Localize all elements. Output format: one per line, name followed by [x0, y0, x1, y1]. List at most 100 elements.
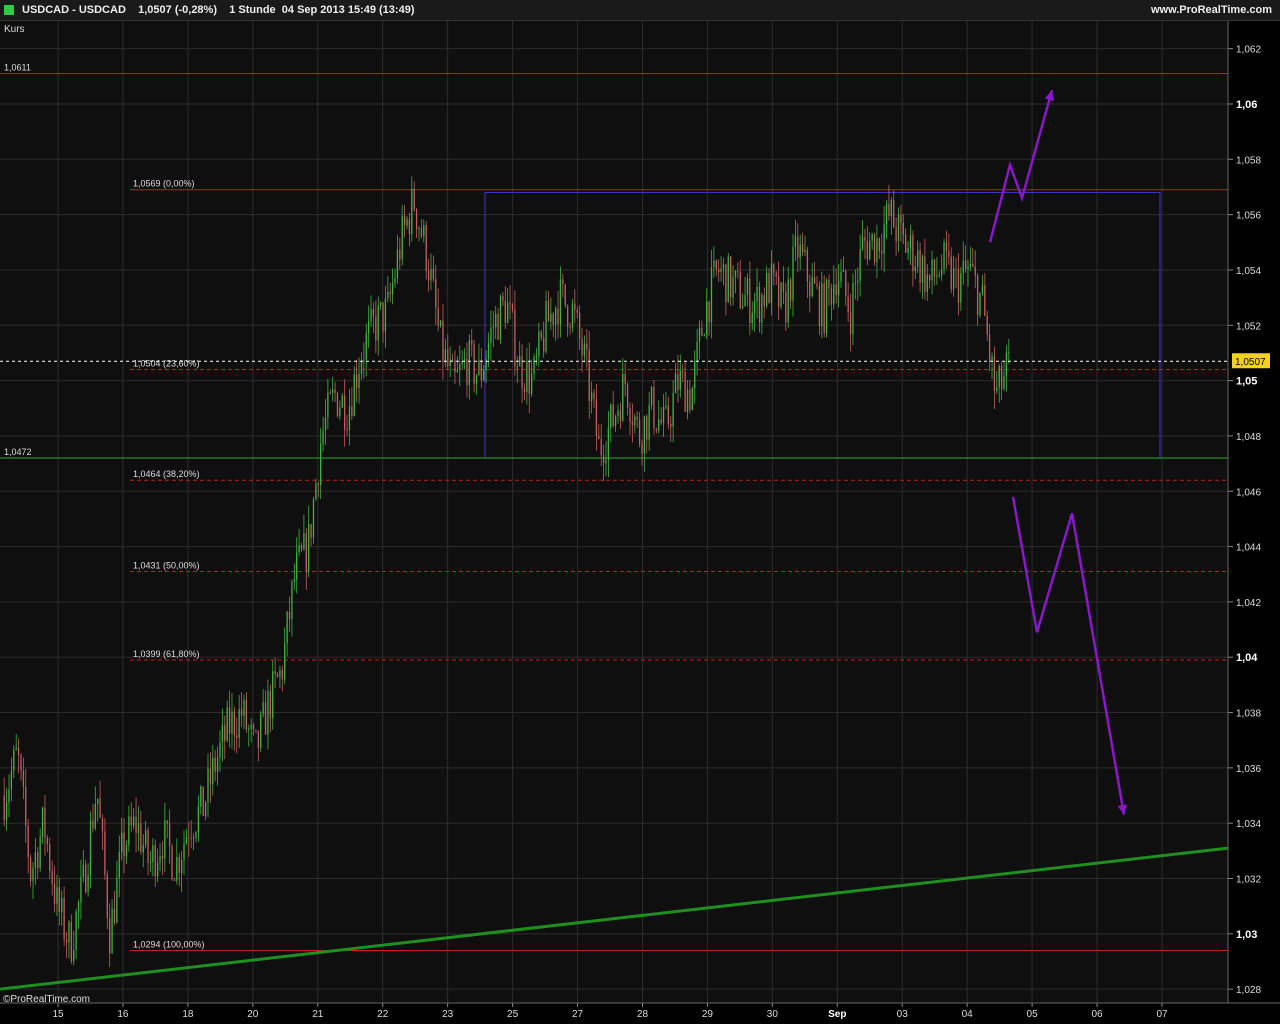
- candle-body: [432, 268, 435, 280]
- candle-body: [991, 356, 993, 362]
- candle-body: [751, 313, 753, 324]
- candle-body: [773, 264, 775, 274]
- candle-body: [739, 272, 741, 308]
- candle-body: [202, 786, 204, 817]
- brand-link[interactable]: www.ProRealTime.com: [1151, 4, 1272, 16]
- candle-body: [730, 256, 732, 298]
- candle-body: [581, 338, 583, 356]
- candle-body: [39, 836, 41, 869]
- candle-body: [941, 269, 943, 276]
- candle-body: [929, 274, 931, 281]
- candle-body: [70, 922, 72, 962]
- candle-body: [56, 887, 58, 904]
- candle-body: [818, 285, 821, 327]
- candle-body: [502, 296, 504, 301]
- candle-body: [15, 747, 17, 750]
- candle-body: [698, 327, 701, 342]
- candle-body: [367, 321, 370, 334]
- candle-body: [626, 384, 629, 408]
- candle-body: [8, 788, 10, 803]
- candle-body: [166, 820, 168, 824]
- candle-body: [296, 552, 298, 580]
- candle-body: [341, 395, 343, 408]
- level-label: 1,0611: [4, 63, 31, 73]
- candle-body: [41, 807, 44, 837]
- candle-body: [466, 359, 468, 386]
- candle-body: [226, 707, 228, 741]
- candle-body: [80, 876, 82, 903]
- candle-body: [828, 279, 830, 288]
- candle-body: [75, 911, 77, 951]
- candle-body: [478, 359, 480, 375]
- candle-body: [13, 749, 15, 771]
- x-tick-label: 07: [1156, 1009, 1168, 1020]
- candle-body: [332, 389, 334, 394]
- candle-body: [51, 871, 53, 884]
- candle-body: [557, 308, 559, 325]
- candle-body: [854, 282, 857, 284]
- candle-body: [384, 298, 387, 332]
- candle-body: [279, 670, 281, 677]
- level-label: 1,0464 (38,20%): [133, 469, 200, 479]
- candle-body: [396, 249, 399, 279]
- candle-body: [753, 301, 756, 314]
- candle-body: [355, 374, 358, 388]
- y-tick-label: 1,038: [1236, 709, 1261, 720]
- candle-body: [22, 770, 25, 787]
- candle-body: [497, 313, 499, 340]
- candle-body: [732, 277, 734, 298]
- candle-body: [715, 260, 717, 270]
- candle-body: [835, 284, 837, 296]
- candle-body: [171, 846, 173, 880]
- candle-body: [801, 244, 804, 253]
- candle-body: [451, 359, 454, 361]
- y-tick-label: 1,046: [1236, 487, 1261, 498]
- candle-body: [538, 331, 540, 357]
- y-tick-label: 1,05: [1236, 376, 1257, 388]
- candle-body: [216, 757, 219, 772]
- candle-body: [68, 922, 70, 943]
- candle-body: [974, 266, 976, 276]
- candle-body: [89, 820, 92, 876]
- candle-body: [236, 735, 238, 738]
- candle-body: [516, 366, 518, 368]
- candle-body: [344, 395, 346, 430]
- candle-body: [988, 334, 991, 362]
- y-tick-label: 1,052: [1236, 321, 1261, 332]
- candle-body: [962, 260, 964, 274]
- candle-body: [65, 939, 68, 943]
- candle-body: [806, 249, 809, 282]
- candle-body: [883, 224, 885, 254]
- candle-body: [842, 270, 845, 273]
- candle-body: [646, 416, 648, 440]
- candle-body: [643, 416, 646, 454]
- candle-body: [905, 234, 907, 253]
- candle-body: [540, 331, 542, 338]
- candle-body: [238, 708, 240, 738]
- candle-body: [588, 349, 590, 402]
- candle-body: [17, 747, 20, 756]
- candle-body: [430, 268, 432, 281]
- candle-body: [219, 742, 221, 758]
- candle-body: [274, 671, 276, 674]
- candle-body: [550, 313, 552, 322]
- candle-body: [845, 270, 847, 297]
- candle-body: [576, 310, 578, 313]
- x-tick-label: 27: [572, 1009, 584, 1020]
- candle-body: [833, 284, 835, 305]
- candle-body: [595, 398, 598, 437]
- candle-body: [435, 279, 437, 308]
- candle-body: [957, 269, 960, 303]
- candle-body: [948, 250, 950, 257]
- candle-body: [602, 455, 605, 464]
- panel-label: Kurs: [4, 24, 25, 35]
- candle-body: [547, 300, 550, 322]
- candle-body: [955, 268, 957, 270]
- candle-body: [907, 247, 909, 253]
- candle-body: [871, 234, 873, 241]
- candle-body: [293, 579, 295, 582]
- x-tick-label: 22: [377, 1009, 389, 1020]
- price-chart[interactable]: 1,028 1,03 1,032 1,034 1,036 1,038 1,04 1,042 1,…: [0, 21, 1280, 1024]
- candle-body: [269, 691, 271, 719]
- candle-body: [830, 287, 833, 305]
